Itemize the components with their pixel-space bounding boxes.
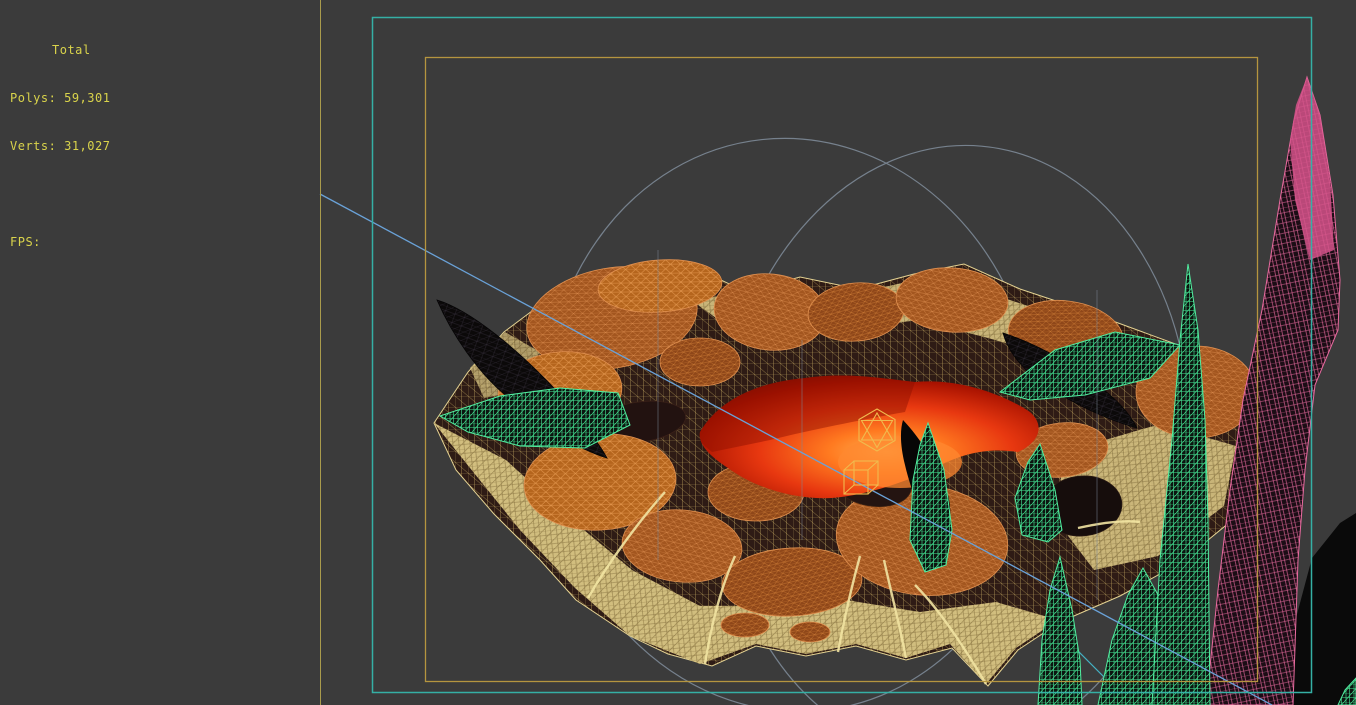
stats-verts-row: Verts: 31,027: [10, 138, 110, 154]
stats-verts-label: Verts:: [10, 139, 57, 153]
viewport-3d[interactable]: Total Polys: 59,301 Verts: 31,027 FPS:: [0, 0, 1356, 705]
stats-polys-value: 59,301: [64, 91, 111, 105]
scene-render: [319, 0, 1356, 705]
stats-verts-value: 31,027: [64, 139, 111, 153]
stats-polys-row: Polys: 59,301: [10, 90, 110, 106]
stats-fps-label: FPS:: [10, 235, 41, 249]
stats-total-label: Total: [52, 43, 91, 57]
viewport-statistics: Total Polys: 59,301 Verts: 31,027 FPS:: [10, 10, 110, 282]
stats-polys-label: Polys:: [10, 91, 57, 105]
